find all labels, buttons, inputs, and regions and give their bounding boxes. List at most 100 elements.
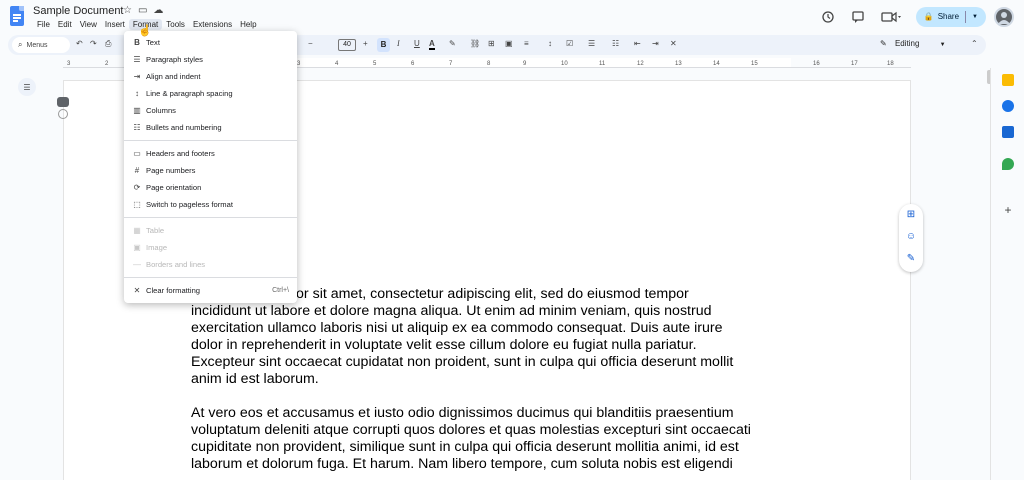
text-line: anim id est laborum. xyxy=(191,371,319,387)
menu-item-label: Columns xyxy=(146,106,176,115)
cloud-status-icon[interactable]: ☁ xyxy=(153,5,163,16)
paragraph-2[interactable]: At vero eos et accusamus et iusto odio d… xyxy=(191,405,751,473)
bold-button[interactable]: B xyxy=(377,38,390,52)
align-icon[interactable]: ≡ xyxy=(524,39,529,48)
maps-icon[interactable] xyxy=(1002,158,1014,170)
menu-file[interactable]: File xyxy=(33,19,54,30)
menu-tools[interactable]: Tools xyxy=(162,19,189,30)
pencil-icon: ✎ xyxy=(880,39,887,48)
bulleted-list-icon[interactable]: ☰ xyxy=(588,39,595,48)
redo-icon[interactable]: ↷ xyxy=(90,39,97,48)
decrease-indent-icon[interactable]: ⇤ xyxy=(634,39,641,48)
avatar[interactable] xyxy=(994,6,1014,27)
star-icon[interactable]: ☆ xyxy=(123,5,132,16)
emoji-reaction-icon[interactable]: ☺ xyxy=(899,226,923,248)
suggest-edit-icon[interactable]: ✎ xyxy=(899,248,923,270)
tasks-icon[interactable] xyxy=(1002,100,1014,112)
menu-separator xyxy=(124,217,297,218)
numbered-list-icon[interactable]: ☷ xyxy=(612,39,619,48)
hash-icon: # xyxy=(134,166,140,175)
menu-extensions[interactable]: Extensions xyxy=(189,19,236,30)
ruler-tick: 7 xyxy=(449,61,453,67)
history-icon[interactable] xyxy=(820,9,836,25)
text-line: Excepteur sint occaecat cupidatat non pr… xyxy=(191,354,734,370)
ruler-tick: 8 xyxy=(487,61,491,67)
font-size-input[interactable]: 40 xyxy=(338,39,356,51)
menu-edit[interactable]: Edit xyxy=(54,19,76,30)
ruler-tick: 14 xyxy=(713,61,720,67)
contacts-icon[interactable] xyxy=(1002,126,1014,138)
pin-icon[interactable] xyxy=(58,109,68,119)
underline-button[interactable]: U xyxy=(414,39,420,48)
ruler-tick: 12 xyxy=(637,61,644,67)
share-button[interactable]: 🔒 Share ▼ xyxy=(915,6,986,27)
undo-icon[interactable]: ↶ xyxy=(76,39,83,48)
menu-item-image: ▣ Image xyxy=(124,239,297,256)
move-folder-icon[interactable]: ▭ xyxy=(138,5,147,16)
ruler-tick: 17 xyxy=(851,61,858,67)
comments-icon[interactable] xyxy=(850,9,866,25)
menu-item-label: Bullets and numbering xyxy=(146,123,222,132)
menu-item-align-indent[interactable]: ⇥ Align and indent xyxy=(124,68,297,85)
menu-item-columns[interactable]: ▥ Columns xyxy=(124,102,297,119)
text-line: laborum et dolorum fuga. Et harum. Nam l… xyxy=(191,456,733,472)
highlight-icon[interactable]: ✎ xyxy=(449,39,456,48)
menu-item-label: Align and indent xyxy=(146,72,201,81)
text-color-icon[interactable]: A xyxy=(429,39,435,50)
docs-logo-icon[interactable] xyxy=(10,6,24,26)
document-outline-icon[interactable]: ☰ xyxy=(18,78,36,96)
briefcase-icon[interactable] xyxy=(57,97,69,107)
increase-indent-icon[interactable]: ⇥ xyxy=(652,39,659,48)
keep-icon[interactable] xyxy=(1002,74,1014,86)
headers-footers-icon: ▭ xyxy=(133,149,141,158)
chevron-down-icon: ▼ xyxy=(939,42,946,48)
chevron-down-icon[interactable]: ▼ xyxy=(972,14,978,20)
menu-item-label: Headers and footers xyxy=(146,149,215,158)
insert-image-icon[interactable]: ▣ xyxy=(505,39,513,48)
align-indent-icon: ⇥ xyxy=(133,72,141,81)
print-icon[interactable]: ⎙ xyxy=(105,39,111,49)
mouse-cursor-icon: ☝ xyxy=(138,25,152,37)
add-comment-icon[interactable]: ⊞ xyxy=(899,204,923,226)
side-float-tools xyxy=(57,97,69,121)
ruler-tick: 9 xyxy=(523,61,527,67)
menu-item-label: Borders and lines xyxy=(146,260,206,269)
editing-mode-button[interactable]: ✎ Editing ▼ xyxy=(880,39,946,48)
menu-item-page-orientation[interactable]: ⟳ Page orientation xyxy=(124,179,297,196)
text-line: voluptatum deleniti atque corrupti quos … xyxy=(191,422,751,438)
menu-item-label: Paragraph styles xyxy=(146,55,203,64)
menus-search-input[interactable]: ⌕ Menus xyxy=(12,37,70,53)
menu-item-paragraph-styles[interactable]: ☰ Paragraph styles xyxy=(124,51,297,68)
chevron-up-icon[interactable]: ⌃ xyxy=(971,39,978,48)
ruler-tick: 15 xyxy=(751,61,758,67)
paragraph-styles-icon: ☰ xyxy=(133,55,141,64)
menu-item-line-spacing[interactable]: ↕ Line & paragraph spacing xyxy=(124,85,297,102)
ruler-tick: 5 xyxy=(373,61,377,67)
meet-icon[interactable] xyxy=(880,9,902,25)
menu-view[interactable]: View xyxy=(76,19,101,30)
link-icon[interactable]: ⛓ xyxy=(470,39,480,48)
menu-separator xyxy=(124,277,297,278)
clear-formatting-icon[interactable]: ✕ xyxy=(670,39,677,48)
italic-button[interactable]: I xyxy=(397,39,400,48)
line-spacing-icon[interactable]: ↕ xyxy=(548,39,552,48)
menu-item-label: Page numbers xyxy=(146,166,196,175)
add-addon-icon[interactable]: + xyxy=(1002,204,1014,216)
menu-item-page-numbers[interactable]: # Page numbers xyxy=(124,162,297,179)
menu-item-bullets-numbering[interactable]: ☷ Bullets and numbering xyxy=(124,119,297,136)
menu-insert[interactable]: Insert xyxy=(101,19,129,30)
menus-search-placeholder: Menus xyxy=(26,41,48,49)
font-size-increase-icon[interactable]: + xyxy=(363,39,368,48)
add-comment-icon[interactable]: ⊞ xyxy=(488,39,495,48)
document-title[interactable]: Sample Document xyxy=(33,5,124,17)
font-size-decrease-icon[interactable]: − xyxy=(308,39,313,48)
title-icons: ☆ ▭ ☁ xyxy=(123,5,163,16)
menu-item-pageless[interactable]: ⬚ Switch to pageless format xyxy=(124,196,297,213)
checklist-icon[interactable]: ☑ xyxy=(566,39,573,48)
ruler-tick: 10 xyxy=(561,61,568,67)
menu-help[interactable]: Help xyxy=(236,19,260,30)
pageless-icon: ⬚ xyxy=(133,200,141,209)
menu-item-headers-footers[interactable]: ▭ Headers and footers xyxy=(124,145,297,162)
menu-item-label: Image xyxy=(146,243,168,252)
menu-item-clear-formatting[interactable]: ✕ Clear formatting Ctrl+\ xyxy=(124,282,297,299)
